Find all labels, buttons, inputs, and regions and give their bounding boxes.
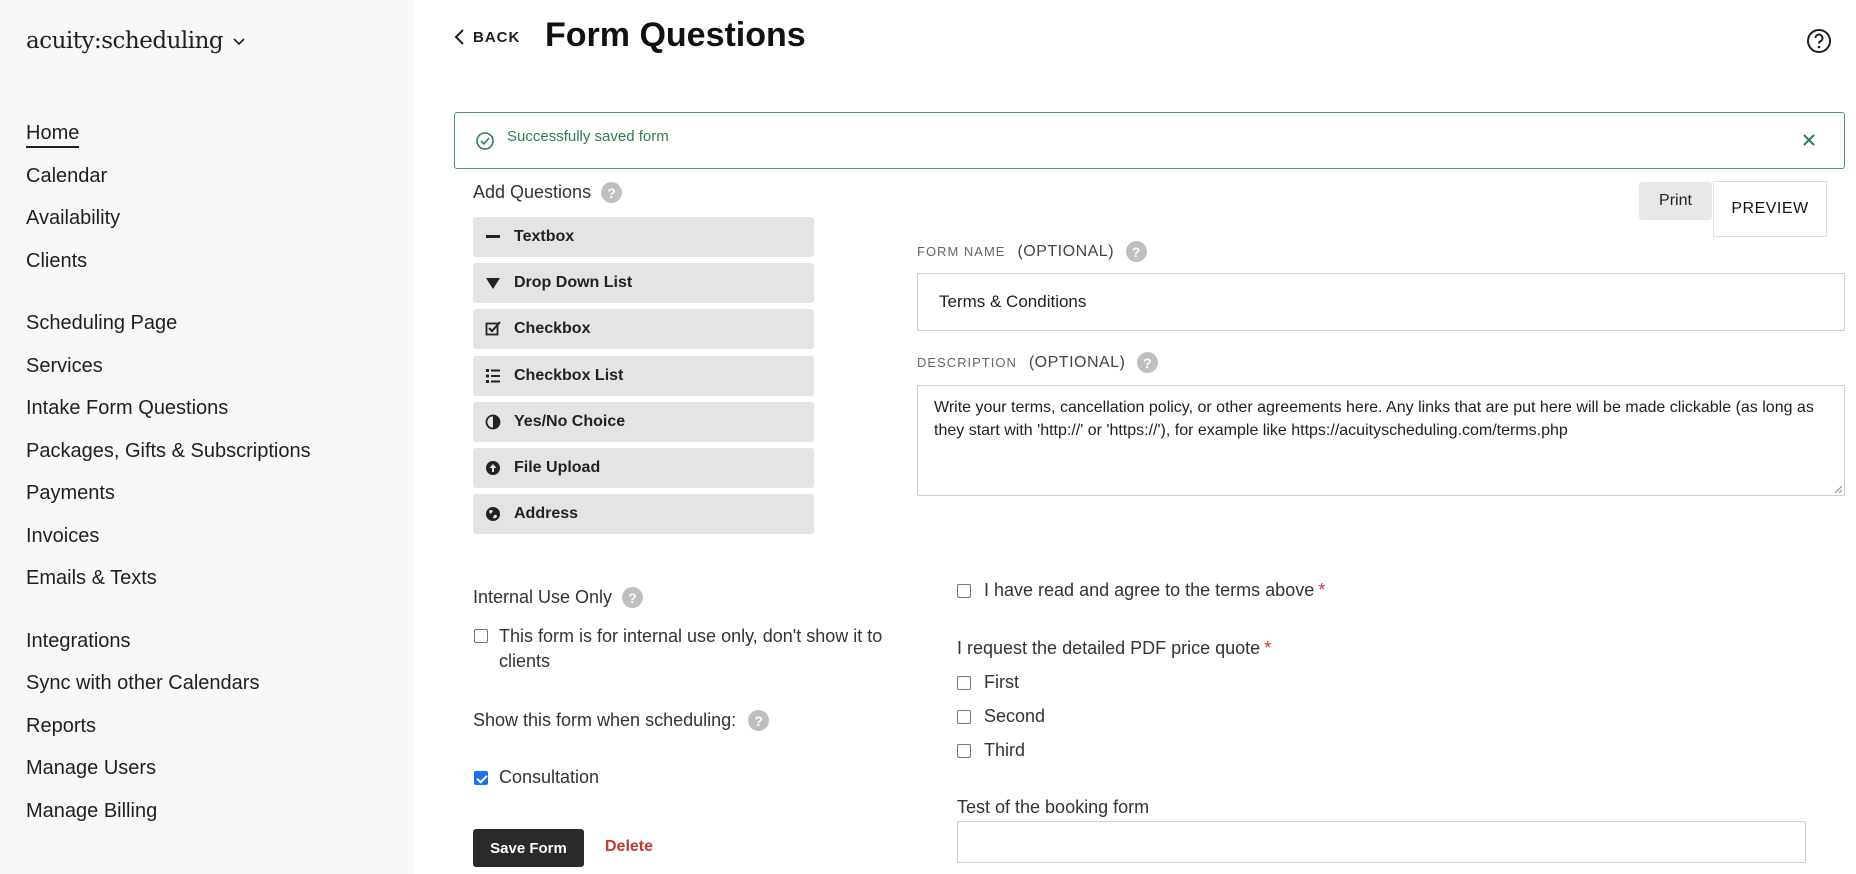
preview-button[interactable]: PREVIEW <box>1713 181 1827 237</box>
chevron-down-icon <box>233 38 245 46</box>
chevron-left-icon <box>454 29 464 45</box>
price-quote-question: I request the detailed PDF price quote * <box>957 638 1272 658</box>
add-textbox-button[interactable]: Textbox <box>473 217 814 257</box>
sidebar-item-clients[interactable]: Clients <box>26 246 311 289</box>
option-third-checkbox[interactable] <box>957 743 971 758</box>
internal-use-help-icon[interactable]: ? <box>622 587 644 608</box>
sidebar-item-scheduling-page[interactable]: Scheduling Page <box>26 308 311 351</box>
add-yes-no-button[interactable]: Yes/No Choice <box>473 401 814 442</box>
half-circle-icon <box>485 414 501 430</box>
sidebar-item-home[interactable]: Home <box>26 118 311 161</box>
form-name-label: FORM NAME (OPTIONAL) ? <box>917 241 1148 262</box>
textbox-icon <box>485 229 501 245</box>
show-form-title: Show this form when scheduling: ? <box>473 710 770 731</box>
print-button[interactable]: Print <box>1639 182 1712 220</box>
upload-icon <box>485 460 501 476</box>
option-second-checkbox[interactable] <box>957 709 971 724</box>
question-type-list: Textbox Drop Down List Checkbox Checkbox… <box>473 217 814 540</box>
agree-question: I have read and agree to the terms above… <box>957 580 1325 601</box>
add-file-upload-button[interactable]: File Upload <box>473 447 814 488</box>
description-label: DESCRIPTION (OPTIONAL) ? <box>917 352 1159 373</box>
sidebar-item-reports[interactable]: Reports <box>26 711 311 754</box>
triangle-down-icon <box>485 275 501 291</box>
show-form-help-icon[interactable]: ? <box>748 710 770 731</box>
nav-group-2: Scheduling Page Services Intake Form Que… <box>26 308 311 606</box>
back-button[interactable]: BACK <box>453 28 520 46</box>
internal-use-title: Internal Use Only ? <box>473 587 644 608</box>
checkbox-icon <box>485 321 501 337</box>
sidebar: acuity:scheduling Home Calendar Availabi… <box>0 0 413 874</box>
alert-message: Successfully saved form <box>507 128 669 145</box>
option-third: Third <box>957 740 1025 761</box>
question-help-icon[interactable]: ? <box>601 182 623 203</box>
sidebar-item-manage-users[interactable]: Manage Users <box>26 753 311 796</box>
sidebar-item-emails-texts[interactable]: Emails & Texts <box>26 563 311 606</box>
booking-form-input[interactable] <box>957 821 1806 863</box>
sidebar-item-packages[interactable]: Packages, Gifts & Subscriptions <box>26 436 311 479</box>
resize-handle-icon[interactable] <box>1833 484 1843 494</box>
save-form-button[interactable]: Save Form <box>473 829 584 867</box>
agree-checkbox[interactable] <box>957 583 971 598</box>
description-help-icon[interactable]: ? <box>1137 352 1159 373</box>
check-circle-icon <box>476 131 494 150</box>
list-icon <box>485 368 501 384</box>
sidebar-item-availability[interactable]: Availability <box>26 203 311 246</box>
nav-group-3: Integrations Sync with other Calendars R… <box>26 626 311 839</box>
consultation-checkbox[interactable] <box>474 770 488 785</box>
close-icon[interactable] <box>1800 131 1818 149</box>
sidebar-item-invoices[interactable]: Invoices <box>26 521 311 564</box>
brand-logo[interactable]: acuity:scheduling <box>26 28 247 54</box>
form-name-help-icon[interactable]: ? <box>1126 241 1148 262</box>
booking-form-question: Test of the booking form <box>957 797 1150 817</box>
main-content: BACK Form Questions Successfully saved f… <box>413 0 1856 874</box>
page-title: Form Questions <box>545 16 806 54</box>
option-second: Second <box>957 706 1045 727</box>
nav-group-1: Home Calendar Availability Clients <box>26 118 311 288</box>
add-address-button[interactable]: Address <box>473 494 814 535</box>
add-questions-title: Add Questions ? <box>473 182 623 203</box>
internal-use-option: This form is for internal use only, don'… <box>474 624 914 674</box>
option-first: First <box>957 672 1019 693</box>
success-alert: Successfully saved form <box>454 112 1845 169</box>
internal-use-checkbox[interactable] <box>474 629 488 643</box>
sidebar-item-integrations[interactable]: Integrations <box>26 626 311 669</box>
add-checkbox-list-button[interactable]: Checkbox List <box>473 355 814 396</box>
sidebar-nav: Home Calendar Availability Clients Sched… <box>26 118 311 858</box>
back-label: BACK <box>473 28 521 46</box>
description-textarea[interactable]: Write your terms, cancellation policy, o… <box>917 385 1845 496</box>
delete-link[interactable]: Delete <box>605 838 653 856</box>
sidebar-item-services[interactable]: Services <box>26 351 311 394</box>
brand-logo-text: acuity:scheduling <box>26 28 224 54</box>
globe-icon <box>485 506 501 522</box>
help-icon[interactable] <box>1806 28 1832 54</box>
sidebar-item-payments[interactable]: Payments <box>26 478 311 521</box>
form-name-input[interactable]: Terms & Conditions <box>917 273 1845 331</box>
add-dropdown-button[interactable]: Drop Down List <box>473 263 814 304</box>
sidebar-item-sync-calendars[interactable]: Sync with other Calendars <box>26 668 311 711</box>
option-first-checkbox[interactable] <box>957 675 971 690</box>
add-checkbox-button[interactable]: Checkbox <box>473 309 814 350</box>
sidebar-item-intake-form-questions[interactable]: Intake Form Questions <box>26 393 311 436</box>
appointment-type-option: Consultation <box>474 767 599 788</box>
sidebar-item-manage-billing[interactable]: Manage Billing <box>26 796 311 839</box>
sidebar-item-calendar[interactable]: Calendar <box>26 161 311 204</box>
